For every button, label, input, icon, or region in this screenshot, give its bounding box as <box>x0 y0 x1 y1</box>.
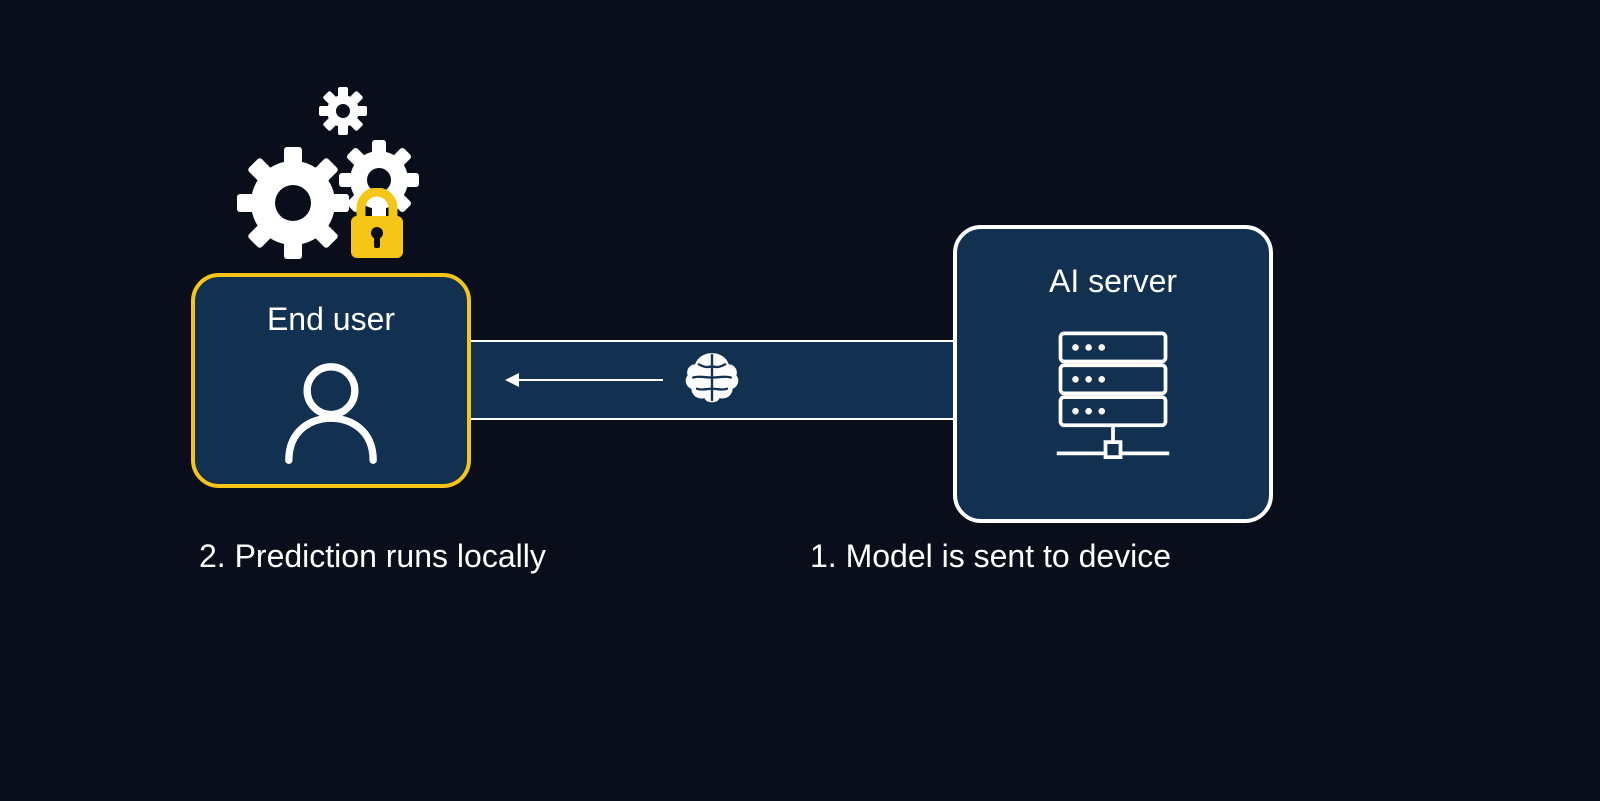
caption-prediction-local: 2. Prediction runs locally <box>199 538 546 575</box>
end-user-title: End user <box>267 301 395 338</box>
user-icon <box>276 354 386 469</box>
lock-icon <box>347 188 407 260</box>
caption-model-sent: 1. Model is sent to device <box>810 538 1171 575</box>
ai-server-box: AI server <box>953 225 1273 523</box>
arrow-left-icon <box>505 373 519 387</box>
arrow-line <box>513 379 663 381</box>
server-icon <box>1038 324 1188 479</box>
connector-bar <box>471 340 953 420</box>
brain-icon <box>682 348 742 413</box>
ai-server-title: AI server <box>1049 263 1177 300</box>
end-user-box: End user <box>191 273 471 488</box>
diagram-canvas: End user AI server <box>0 0 1600 801</box>
